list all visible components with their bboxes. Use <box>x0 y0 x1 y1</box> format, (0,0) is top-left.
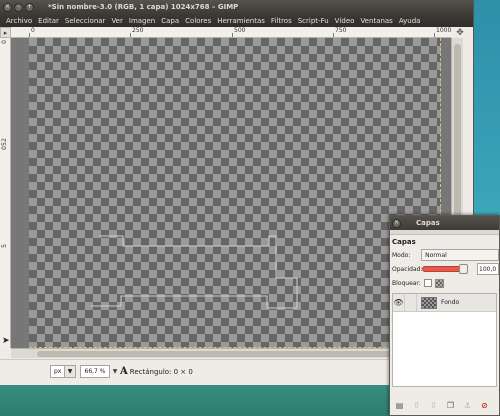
zoom-combo[interactable]: 66,7 % ▼ <box>80 365 122 378</box>
ruler-tick <box>333 33 334 37</box>
transparent-image-canvas[interactable] <box>29 38 441 348</box>
minimize-icon[interactable]: – <box>14 2 23 12</box>
opacity-value: 100,0 <box>479 265 497 273</box>
maximize-icon[interactable]: + <box>25 2 34 12</box>
ruler-label: 0 <box>31 27 35 34</box>
layers-list: 👁 Fondo <box>392 293 497 387</box>
duplicate-layer-icon[interactable]: ❐ <box>445 400 456 411</box>
horizontal-scroll-thumb[interactable] <box>37 351 437 357</box>
chain-toggle[interactable] <box>405 293 417 312</box>
mode-value: Normal <box>425 251 447 259</box>
layers-toolbar: ▤ ⇧ ⇩ ❐ ⚓ ⊘ <box>390 398 499 412</box>
menu-ver[interactable]: Ver <box>108 17 125 25</box>
opacity-row: Opacidad: 100,0 <box>390 262 499 276</box>
eye-icon[interactable]: 👁 <box>393 293 405 312</box>
window-titlebar[interactable]: × – + *Sin nombre-3.0 (RGB, 1 capa) 1024… <box>0 0 473 14</box>
selection-marquee <box>91 235 298 309</box>
ruler-label: 5 <box>1 244 8 248</box>
opacity-slider[interactable] <box>422 264 468 274</box>
menubar: Archivo Editar Seleccionar Ver Imagen Ca… <box>0 14 473 27</box>
menu-imagen[interactable]: Imagen <box>126 17 158 25</box>
layers-window-title: Capas <box>416 219 440 227</box>
opacity-spinbox[interactable]: 100,0 <box>477 263 499 275</box>
ruler-label: 0 <box>1 146 8 150</box>
layer-thumbnail <box>421 296 437 309</box>
image-canvas-area[interactable] <box>11 38 451 348</box>
lock-alpha-icon[interactable] <box>435 278 444 288</box>
menu-video[interactable]: Vídeo <box>332 17 358 25</box>
window-controls: × – + <box>0 2 46 12</box>
delete-layer-icon[interactable]: ⊘ <box>479 400 490 411</box>
opacity-slider-knob[interactable] <box>459 264 468 274</box>
layers-heading: Capas <box>392 238 416 246</box>
close-icon[interactable]: × <box>3 2 12 12</box>
menu-ayuda[interactable]: Ayuda <box>396 17 424 25</box>
ruler-label: 250 <box>132 27 144 34</box>
opacity-label: Opacidad: <box>392 265 423 273</box>
lock-label: Bloquear: <box>392 279 421 287</box>
layer-name[interactable]: Fondo <box>441 299 459 306</box>
menu-ventanas[interactable]: Ventanas <box>357 17 395 25</box>
menu-capa[interactable]: Capa <box>158 17 182 25</box>
horizontal-ruler[interactable]: 0 250 500 750 1000 <box>11 27 451 38</box>
ruler-tick <box>434 33 435 37</box>
zoom-value[interactable]: 66,7 % <box>80 365 110 378</box>
menu-herramientas[interactable]: Herramientas <box>214 17 268 25</box>
layers-dialog: × Capas Capas Modo: Normal Opacidad: 100… <box>389 215 500 416</box>
lower-layer-icon[interactable]: ⇩ <box>428 400 439 411</box>
rectangle-select-tool-icon: A <box>120 366 128 377</box>
layers-titlebar[interactable]: × Capas <box>390 216 499 230</box>
lock-pixels-checkbox[interactable] <box>424 279 432 287</box>
mode-select[interactable]: Normal <box>421 249 499 261</box>
mode-label: Modo: <box>392 251 411 259</box>
image-menu-button[interactable]: ▸ <box>0 27 11 38</box>
chevron-down-icon[interactable]: ▼ <box>64 366 75 377</box>
ruler-tick <box>130 33 131 37</box>
chevron-down-icon[interactable]: ▼ <box>110 365 120 378</box>
unit-select[interactable]: px ▼ <box>50 365 76 378</box>
raise-layer-icon[interactable]: ⇧ <box>411 400 422 411</box>
menu-archivo[interactable]: Archivo <box>3 17 35 25</box>
unit-value: px <box>54 368 62 375</box>
ruler-label: 1000 <box>436 27 451 34</box>
menu-seleccionar[interactable]: Seleccionar <box>62 17 109 25</box>
ruler-label: 750 <box>335 27 347 34</box>
pointer-arrow-icon: ➤ <box>2 336 10 346</box>
navigate-icon[interactable]: ✥ <box>450 27 470 38</box>
ruler-tick <box>29 33 30 37</box>
close-icon[interactable]: × <box>392 218 401 228</box>
window-title: *Sin nombre-3.0 (RGB, 1 capa) 1024x768 –… <box>48 3 239 11</box>
layer-row[interactable]: 👁 Fondo <box>393 293 496 312</box>
menu-script-fu[interactable]: Script-Fu <box>295 17 332 25</box>
menu-editar[interactable]: Editar <box>35 17 62 25</box>
new-layer-icon[interactable]: ▤ <box>394 400 405 411</box>
ruler-label: 500 <box>234 27 246 34</box>
anchor-layer-icon[interactable]: ⚓ <box>462 400 473 411</box>
mode-row: Modo: Normal <box>390 248 499 262</box>
vertical-ruler[interactable]: 0 2 5 0 5 <box>0 38 11 348</box>
ruler-label: 0 <box>1 40 8 44</box>
horizontal-scrollbar[interactable] <box>11 348 451 358</box>
lock-row: Bloquear: <box>390 276 499 290</box>
ruler-tick <box>232 33 233 37</box>
menu-colores[interactable]: Colores <box>182 17 214 25</box>
tool-status-text: Rectángulo: 0 × 0 <box>129 367 193 376</box>
tool-status: A Rectángulo: 0 × 0 <box>120 365 193 378</box>
horizontal-ruler-row: ▸ 0 250 500 750 1000 <box>0 27 474 38</box>
window-controls: × <box>390 218 414 228</box>
menu-filtros[interactable]: Filtros <box>268 17 295 25</box>
